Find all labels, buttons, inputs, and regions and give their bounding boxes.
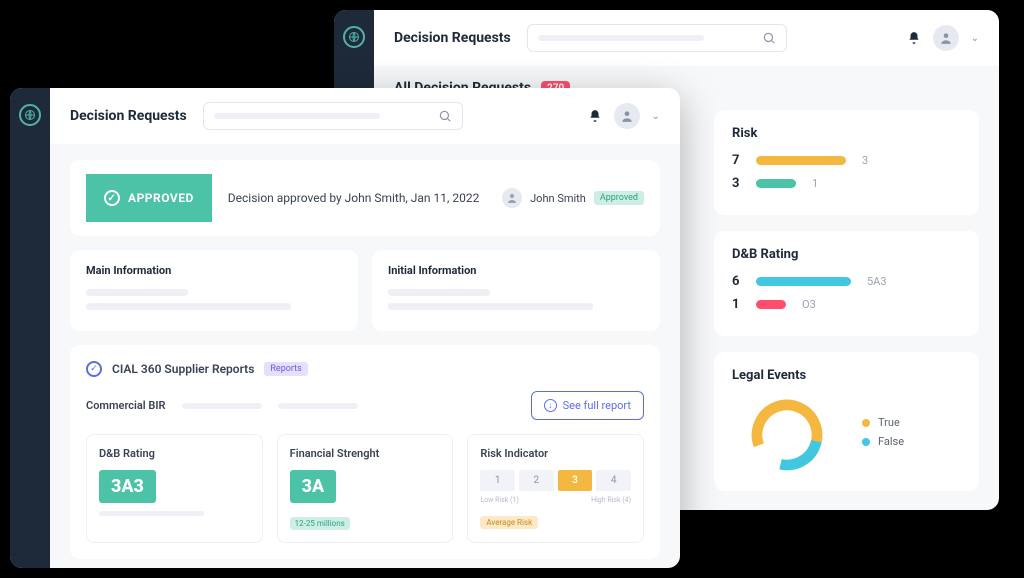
search-input[interactable] xyxy=(527,24,787,52)
bar-row: 6 5A3 xyxy=(732,274,961,289)
panel-title: Legal Events xyxy=(732,368,961,383)
topbar: Decision Requests ⌄ xyxy=(50,88,680,144)
risk-high-label: High Risk (4) xyxy=(591,496,631,504)
risk-low-label: Low Risk (1) xyxy=(480,496,518,504)
logo-icon xyxy=(19,104,41,126)
risk-indicator-card: Risk Indicator 1234 Low Risk (1) High Ri… xyxy=(467,434,644,543)
approved-label: APPROVED xyxy=(128,191,194,205)
legal-panel: Legal Events True False xyxy=(714,352,979,491)
chevron-down-icon[interactable]: ⌄ xyxy=(652,111,660,122)
panel-title: D&B Rating xyxy=(732,247,961,262)
bar-fill xyxy=(756,156,846,165)
dnb-rating-card: D&B Rating 3A3 xyxy=(86,434,263,543)
bar-row: 1 O3 xyxy=(732,297,961,312)
see-full-report-button[interactable]: ↓ See full report xyxy=(531,391,644,420)
metric-title: Risk Indicator xyxy=(480,447,631,460)
legend-label: True xyxy=(878,416,900,429)
search-icon xyxy=(438,109,452,123)
bar-value: 7 xyxy=(732,153,746,168)
bar-row: 7 3 xyxy=(732,153,961,168)
bar-value: 3 xyxy=(732,176,746,191)
button-label: See full report xyxy=(563,399,631,412)
approved-message: Decision approved by John Smith, Jan 11,… xyxy=(228,191,486,205)
search-icon xyxy=(762,31,776,45)
metric-value: 3A xyxy=(290,470,337,503)
check-circle-icon: ✓ xyxy=(86,361,102,377)
logo-icon xyxy=(343,26,365,48)
metric-title: D&B Rating xyxy=(99,447,250,460)
page-title: Decision Requests xyxy=(70,108,187,124)
legend-item: True xyxy=(862,416,904,429)
metric-subvalue: 12-25 millions xyxy=(290,517,350,530)
card-title: Initial Information xyxy=(388,264,644,277)
approved-badge: ✓ APPROVED xyxy=(86,174,212,222)
risk-pill: Average Risk xyxy=(480,516,538,529)
sidebar xyxy=(10,88,50,568)
bell-icon[interactable] xyxy=(907,31,921,45)
bar-label: 5A3 xyxy=(867,275,887,288)
bell-icon[interactable] xyxy=(588,109,602,123)
bar-label: 1 xyxy=(812,177,818,190)
search-input[interactable] xyxy=(203,102,463,130)
rating-panel: D&B Rating 6 5A3 1 O3 xyxy=(714,231,979,336)
user-avatar-icon xyxy=(502,188,522,208)
bar-label: 3 xyxy=(862,154,868,167)
card-title: Main Information xyxy=(86,264,342,277)
window-decision-detail: Decision Requests ⌄ ✓ APPROVED Decision … xyxy=(10,88,680,568)
user-name: John Smith xyxy=(530,192,586,205)
reports-tag: Reports xyxy=(264,362,307,376)
download-icon: ↓ xyxy=(544,399,557,412)
bar-fill xyxy=(756,300,786,309)
panel-title: Risk xyxy=(732,126,961,141)
topbar: Decision Requests ⌄ xyxy=(374,10,999,66)
bar-label: O3 xyxy=(802,298,816,311)
chevron-down-icon[interactable]: ⌄ xyxy=(971,33,979,44)
donut-chart xyxy=(732,395,842,475)
main-info-card: Main Information xyxy=(70,250,358,331)
user-chip: John Smith Approved xyxy=(502,188,644,208)
financial-strength-card: Financial Strenght 3A 12-25 millions xyxy=(277,434,454,543)
page-title: Decision Requests xyxy=(394,30,511,46)
legend-label: False xyxy=(878,435,904,448)
risk-step[interactable]: 2 xyxy=(519,470,554,491)
metric-value: 3A3 xyxy=(99,470,156,503)
risk-step[interactable]: 3 xyxy=(558,470,593,491)
check-icon: ✓ xyxy=(104,190,120,206)
bar-value: 1 xyxy=(732,297,746,312)
reports-card: ✓ CIAL 360 Supplier Reports Reports Comm… xyxy=(70,345,660,559)
avatar[interactable] xyxy=(933,25,959,51)
status-pill: Approved xyxy=(594,191,644,205)
bir-label: Commercial BIR xyxy=(86,399,166,412)
legend-dot xyxy=(862,419,870,427)
approval-banner: ✓ APPROVED Decision approved by John Smi… xyxy=(70,160,660,236)
avatar[interactable] xyxy=(614,103,640,129)
bar-fill xyxy=(756,277,851,286)
bar-row: 3 1 xyxy=(732,176,961,191)
reports-title: CIAL 360 Supplier Reports xyxy=(112,362,254,376)
risk-step[interactable]: 4 xyxy=(596,470,631,491)
legend-item: False xyxy=(862,435,904,448)
bar-value: 6 xyxy=(732,274,746,289)
risk-step[interactable]: 1 xyxy=(480,470,515,491)
bar-fill xyxy=(756,179,796,188)
initial-info-card: Initial Information xyxy=(372,250,660,331)
legend-dot xyxy=(862,438,870,446)
risk-panel: Risk 7 33 1 xyxy=(714,110,979,215)
metric-title: Financial Strenght xyxy=(290,447,441,460)
